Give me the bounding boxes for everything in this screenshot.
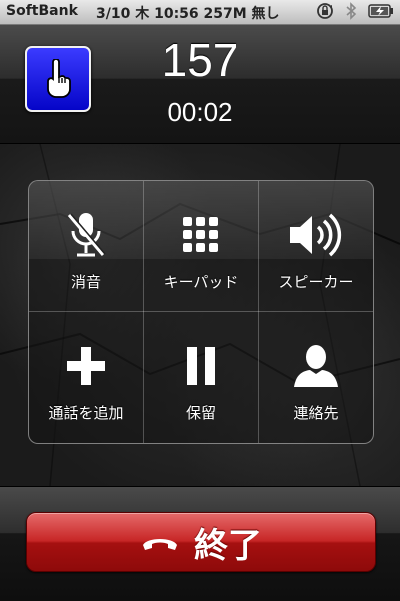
call-header: 157 00:02 xyxy=(0,25,400,144)
rotation-lock-icon xyxy=(317,3,333,19)
in-call-controls: 消音 キーパッド スピーカー 通話を追加 保留 連絡先 xyxy=(28,180,374,444)
carrier-name: SoftBank xyxy=(6,3,78,19)
add-call-label: 通話を追加 xyxy=(48,404,124,422)
battery-charging-icon xyxy=(368,4,393,18)
status-datetime: 3/10 木 10:56 257M 無し xyxy=(96,6,280,22)
mute-label: 消音 xyxy=(70,273,101,291)
pointing-hand-icon xyxy=(47,59,71,98)
speaker-icon xyxy=(290,213,342,257)
bluetooth-icon xyxy=(346,2,357,20)
add-call-button[interactable]: 通話を追加 xyxy=(29,312,143,442)
keypad-button[interactable]: キーパッド xyxy=(144,181,258,311)
contacts-icon xyxy=(294,345,338,387)
end-call-label: 終了 xyxy=(194,525,262,566)
hold-button[interactable]: 保留 xyxy=(144,312,258,442)
speaker-label: スピーカー xyxy=(278,273,354,291)
keypad-icon xyxy=(183,217,218,252)
caller-badge xyxy=(25,46,91,112)
hang-up-phone-icon xyxy=(143,539,177,550)
add-call-icon xyxy=(67,347,105,385)
keypad-label: キーパッド xyxy=(163,273,239,291)
status-icons xyxy=(316,2,394,20)
mute-button[interactable]: 消音 xyxy=(29,181,143,311)
status-bar: SoftBank 3/10 木 10:56 257M 無し xyxy=(0,0,400,25)
contacts-label: 連絡先 xyxy=(293,404,339,422)
hold-label: 保留 xyxy=(185,404,216,422)
hold-icon xyxy=(187,347,215,385)
caller-number: 157 xyxy=(161,34,239,86)
call-timer: 00:02 xyxy=(167,97,233,127)
speaker-button[interactable]: スピーカー xyxy=(259,181,373,311)
mute-mic-icon xyxy=(67,213,106,257)
contacts-button[interactable]: 連絡先 xyxy=(259,312,373,442)
end-call-button[interactable]: 終了 xyxy=(26,512,376,572)
